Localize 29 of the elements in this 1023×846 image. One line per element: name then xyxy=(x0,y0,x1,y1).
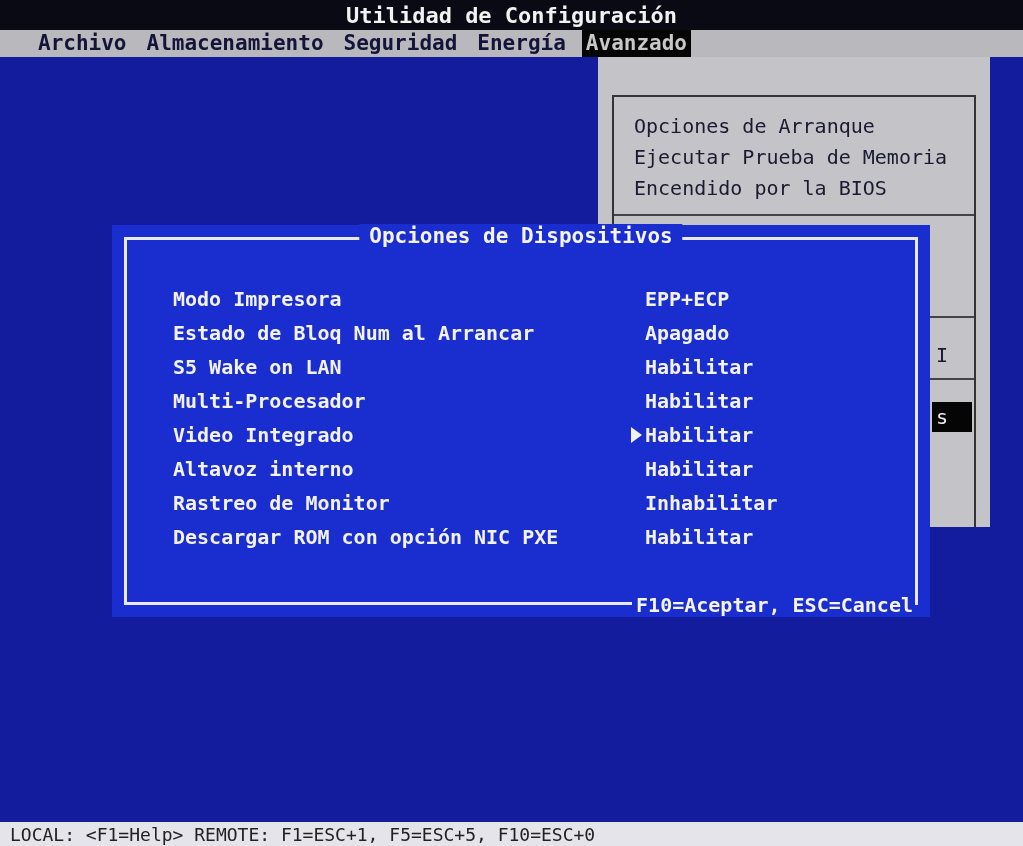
menu-option[interactable]: I xyxy=(932,340,972,370)
menu-option[interactable]: Ejecutar Prueba de Memoria xyxy=(614,142,974,173)
window-title: Utilidad de Configuración xyxy=(345,2,678,28)
menu-option[interactable]: s xyxy=(932,402,972,432)
option-value[interactable]: EPP+ECP xyxy=(645,287,730,311)
menu-item[interactable]: Archivo xyxy=(34,30,131,57)
option-label: Video Integrado xyxy=(173,423,355,447)
option-value[interactable]: Habilitar xyxy=(645,525,754,549)
menu-item[interactable]: Avanzado xyxy=(581,30,691,57)
status-text: LOCAL: <F1=Help> REMOTE: F1=ESC+1, F5=ESC+5, F10=ESC+0 xyxy=(10,823,596,845)
option-label: Rastreo de Monitor xyxy=(173,491,391,515)
option-label: Modo Impresora xyxy=(173,287,343,311)
menu-item[interactable]: Almacenamiento xyxy=(142,30,328,57)
option-label: Estado de Bloq Num al Arrancar xyxy=(173,321,536,345)
option-value[interactable]: Inhabilitar xyxy=(645,491,778,515)
menu-item[interactable]: Seguridad xyxy=(339,30,462,57)
option-value[interactable]: Habilitar xyxy=(645,457,754,481)
option-label: Descargar ROM con opción NIC PXE xyxy=(173,525,560,549)
menu-option[interactable]: Encendido por la BIOS xyxy=(614,173,974,204)
menu-item[interactable]: Energía xyxy=(473,30,570,57)
dialog-title: Opciones de Dispositivos xyxy=(359,224,683,248)
option-label: S5 Wake on LAN xyxy=(173,355,343,379)
menu-option[interactable]: Opciones de Arranque xyxy=(614,111,974,142)
option-value[interactable]: Habilitar xyxy=(645,423,754,447)
option-value[interactable]: Habilitar xyxy=(645,355,754,379)
option-value[interactable]: Habilitar xyxy=(645,389,754,413)
option-label: Altavoz interno xyxy=(173,457,355,481)
option-label: Multi-Procesador xyxy=(173,389,367,413)
option-value[interactable]: Apagado xyxy=(645,321,730,345)
